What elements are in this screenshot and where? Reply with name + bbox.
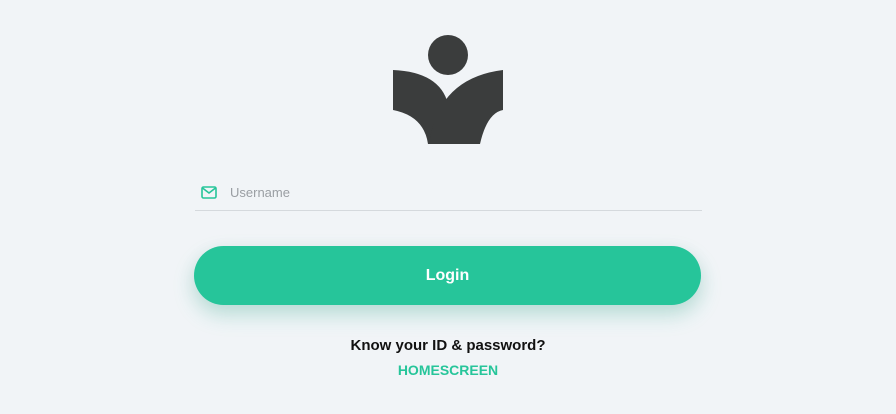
credentials-prompt: Know your ID & password? [350,337,546,354]
login-button[interactable]: Login [194,246,701,305]
username-input[interactable] [230,180,702,204]
app-logo [392,34,504,146]
username-field [195,174,702,211]
homescreen-link[interactable]: HOMESCREEN [0,362,896,378]
person-logo-icon [393,35,503,144]
mail-icon [201,185,217,199]
